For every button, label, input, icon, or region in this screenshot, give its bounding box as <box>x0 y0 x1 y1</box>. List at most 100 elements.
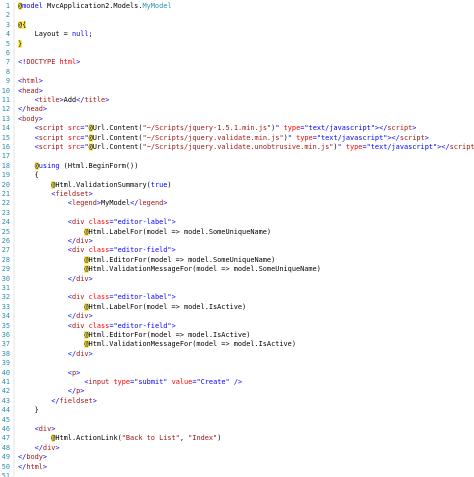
code-line[interactable]: 40 <p> <box>0 368 474 378</box>
code-token: > <box>88 190 93 198</box>
code-token: </ <box>67 237 77 245</box>
code-line[interactable]: 14 <script src="@Url.Content("~/Scripts/… <box>0 124 474 134</box>
code-line[interactable]: 34 </div> <box>0 312 474 322</box>
code-token: "~/Scripts/jquery.validate.unobtrusive.m… <box>142 143 334 151</box>
code-line[interactable]: 44 } <box>0 406 474 416</box>
code-line[interactable]: 28 @Html.EditorFor(model => model.SomeUn… <box>0 255 474 266</box>
code-line[interactable]: 38 </div> <box>0 349 474 360</box>
code-line[interactable]: 47 @Html.ActionLink("Back to List", "Ind… <box>0 434 474 444</box>
line-number: 1 <box>5 2 10 10</box>
code-token: html <box>59 58 77 67</box>
code-line[interactable]: 41 <input type="submit" value="Create" /… <box>0 378 474 388</box>
code-text: } <box>18 39 23 49</box>
code-line[interactable]: 6 <box>0 49 474 59</box>
code-token: > <box>42 105 48 114</box>
line-margin-indicator <box>13 96 15 106</box>
code-line[interactable]: 46 <div> <box>0 425 474 435</box>
code-token: > <box>105 96 110 104</box>
line-margin-indicator <box>13 265 15 275</box>
code-token: html <box>22 77 39 86</box>
code-line[interactable]: 11 <title>Add</title> <box>0 96 474 106</box>
code-line[interactable]: 25 @Html.LabelFor(model => model.SomeUni… <box>0 227 474 237</box>
code-token: fieldset <box>59 396 93 405</box>
code-line[interactable]: 1 @model MvcApplication2.Models.MyModel <box>0 2 474 12</box>
code-text: <title>Add</title> <box>18 96 110 105</box>
code-line[interactable]: 27 <div class="editor-field"> <box>0 246 474 256</box>
line-margin-indicator <box>13 434 15 444</box>
code-line[interactable]: 17 <box>0 152 474 162</box>
line-number: 13 <box>1 114 10 123</box>
code-line[interactable]: 45 <box>0 415 474 425</box>
code-text: </html> <box>18 463 47 472</box>
line-number: 5 <box>5 39 10 48</box>
code-token: div <box>42 443 56 452</box>
code-line[interactable]: 49 </body> <box>0 453 474 463</box>
line-number: 38 <box>1 349 10 358</box>
code-line[interactable]: 12 </head> <box>0 105 474 115</box>
code-line[interactable]: 21 <fieldset> <box>0 190 474 200</box>
code-line[interactable]: 33 @Html.LabelFor(model => model.IsActiv… <box>0 302 474 313</box>
code-line[interactable]: 43 </fieldset> <box>0 396 474 407</box>
code-text: @Html.ValidationSummary(true) <box>18 180 172 190</box>
code-line[interactable]: 26 </div> <box>0 237 474 247</box>
code-token: > <box>171 293 176 302</box>
code-line[interactable]: 35 <div class="editor-field"> <box>0 321 474 331</box>
code-token: Html.EditorFor(model => model.IsActive) <box>88 331 251 339</box>
code-line[interactable]: 23 <box>0 208 474 219</box>
code-line[interactable]: 3 @{ <box>0 20 474 31</box>
line-number: 45 <box>1 415 10 424</box>
code-token: "~/Scripts/jquery-1.5.1.min.js" <box>142 124 272 133</box>
code-line[interactable]: 7 <!DOCTYPE html> <box>0 58 474 68</box>
code-line[interactable]: 4 Layout = null; <box>0 30 474 40</box>
line-margin-indicator <box>13 406 15 416</box>
code-line[interactable]: 30 </div> <box>0 274 474 284</box>
line-number: 26 <box>1 237 10 245</box>
code-text: <p> <box>18 369 80 378</box>
code-line[interactable]: 13 <body> <box>0 114 474 125</box>
code-line[interactable]: 24 <div class="editor-label"> <box>0 218 474 228</box>
code-token: "text/javascript" <box>304 124 375 133</box>
code-token: class <box>88 321 110 330</box>
code-line[interactable]: 36 @Html.EditorFor(model => model.IsActi… <box>0 331 474 341</box>
code-line[interactable]: 2 <box>0 11 474 21</box>
code-line[interactable]: 15 <script src="@Url.Content("~/Scripts/… <box>0 133 474 143</box>
code-line[interactable]: 5} <box>0 39 474 49</box>
line-margin-indicator <box>13 472 15 477</box>
code-line[interactable]: 20 @Html.ValidationSummary(true) <box>0 180 474 190</box>
code-line[interactable]: 42 </p> <box>0 387 474 397</box>
code-line[interactable]: 22 <legend>MyModel</legend> <box>0 199 474 209</box>
code-line[interactable]: 50 </html> <box>0 462 474 472</box>
code-line[interactable]: 48 </div> <box>0 443 474 454</box>
code-line[interactable]: 37 @Html.ValidationMessageFor(model => m… <box>0 340 474 350</box>
code-line[interactable]: 51 <box>0 472 474 477</box>
code-token: "editor-label" <box>113 218 172 227</box>
code-line[interactable]: 31 <box>0 284 474 294</box>
line-number: 10 <box>1 86 10 95</box>
line-margin-indicator <box>13 415 15 425</box>
code-line[interactable]: 18 @using (Html.BeginForm()) <box>0 161 474 172</box>
line-number: 47 <box>1 434 10 443</box>
line-margin-indicator <box>13 218 15 228</box>
code-editor[interactable]: 1 @model MvcApplication2.Models.MyModel 2 3… <box>0 0 474 477</box>
code-line[interactable]: 10 <head> <box>0 86 474 96</box>
code-token: ) <box>217 434 222 443</box>
line-number: 50 <box>1 462 10 471</box>
code-line[interactable]: 32 <div class="editor-label"> <box>0 293 474 303</box>
code-line[interactable]: 29 @Html.ValidationMessageFor(model => m… <box>0 265 474 275</box>
code-line[interactable]: 39 <box>0 359 474 369</box>
line-number: 24 <box>1 218 10 227</box>
code-line[interactable]: 19 { <box>0 171 474 181</box>
code-text: <script src="@Url.Content("~/Scripts/jqu… <box>18 133 429 143</box>
code-line[interactable]: 8 <box>0 67 474 78</box>
code-line[interactable]: 16 <script src="@Url.Content("~/Scripts/… <box>0 143 474 153</box>
code-line[interactable]: 9 <html> <box>0 77 474 87</box>
code-token: div <box>76 274 89 283</box>
code-token: " <box>84 143 89 151</box>
